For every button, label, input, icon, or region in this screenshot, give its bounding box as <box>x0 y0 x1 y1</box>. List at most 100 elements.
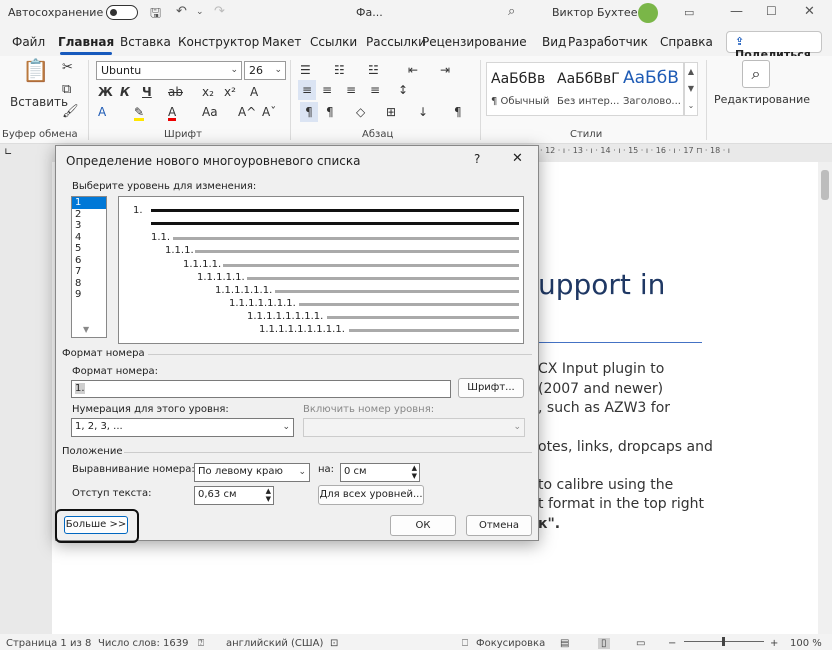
proofing-icon[interactable]: ⍰ <box>198 638 204 649</box>
read-mode-icon[interactable]: ▤ <box>560 638 569 649</box>
font-size-field[interactable]: 26 ⌄ <box>244 61 286 80</box>
vertical-ruler[interactable] <box>0 162 14 634</box>
numbering-icon[interactable]: ☷ <box>334 60 345 80</box>
alignment-select[interactable]: По левому краю ⌄ <box>194 463 310 482</box>
paragraph-mark-icon[interactable]: ¶ <box>454 102 462 122</box>
search-icon[interactable]: ⌕ <box>508 4 515 19</box>
cancel-button[interactable]: Отмена <box>466 515 532 536</box>
include-level-select[interactable]: ⌄ <box>303 418 525 437</box>
zoom-out-icon[interactable]: − <box>668 638 676 649</box>
paste-icon[interactable]: 📋 <box>22 61 49 83</box>
format-painter-icon[interactable]: 🖌 <box>62 102 79 122</box>
font-button[interactable]: Шрифт... <box>458 378 524 398</box>
share-button[interactable]: ⇪ Поделиться <box>726 31 822 61</box>
decrease-indent-icon[interactable]: ⇤ <box>408 60 418 80</box>
font-name-field[interactable]: Ubuntu ⌄ <box>96 61 242 80</box>
subscript-icon[interactable]: x₂ <box>202 82 214 102</box>
maximize-icon[interactable]: ☐ <box>766 4 777 18</box>
bullets-icon[interactable]: ☰ <box>300 60 311 80</box>
scroll-down-icon[interactable]: ▼ <box>83 325 89 334</box>
zoom-thumb[interactable] <box>722 637 725 646</box>
multilevel-list-icon[interactable]: ☳ <box>368 60 379 80</box>
tab-home[interactable]: Главная <box>58 35 114 55</box>
list-item[interactable]: 7 <box>72 266 106 278</box>
justify-icon[interactable]: ≡ <box>370 80 380 100</box>
ribbon-display-icon[interactable]: ▭ <box>684 6 694 19</box>
text-effects-glow-icon[interactable]: A <box>98 102 106 122</box>
paste-label[interactable]: Вставить <box>10 92 68 112</box>
vertical-scrollbar[interactable] <box>818 162 832 634</box>
sort-icon[interactable]: ↓ <box>418 102 428 122</box>
rtl-icon[interactable]: ¶ <box>326 102 334 122</box>
close-icon[interactable]: ✕ <box>512 151 523 166</box>
align-left-icon[interactable]: ≡ <box>298 80 316 100</box>
shrink-font-icon[interactable]: Aˇ <box>262 102 276 122</box>
cut-icon[interactable]: ✂ <box>62 58 73 78</box>
list-item[interactable]: 1 <box>72 197 106 209</box>
level-list[interactable]: 1 2 3 4 5 6 7 8 9 ▼ <box>71 196 107 338</box>
tab-developer[interactable]: Разработчик <box>568 35 648 49</box>
tab-references[interactable]: Ссылки <box>310 35 357 49</box>
redo-icon[interactable]: ↷ <box>214 4 225 19</box>
language[interactable]: английский (США) <box>226 638 323 649</box>
highlight-color-icon[interactable]: ✎ <box>134 102 145 121</box>
close-window-icon[interactable]: ✕ <box>804 4 815 19</box>
tab-file[interactable]: Файл <box>12 35 45 49</box>
increase-indent-icon[interactable]: ⇥ <box>440 60 450 80</box>
bold-button[interactable]: Ж <box>98 82 113 102</box>
list-item[interactable]: 2 <box>72 209 106 221</box>
focus-mode[interactable]: Фокусировка <box>476 638 545 649</box>
line-spacing-icon[interactable]: ↕ <box>398 80 408 100</box>
strikethrough-icon[interactable]: ab <box>168 82 183 102</box>
tab-design[interactable]: Конструктор <box>178 35 259 49</box>
text-effects-icon[interactable]: A <box>250 82 258 102</box>
avatar[interactable] <box>638 3 658 23</box>
document-name[interactable]: Фа... <box>356 6 383 19</box>
web-layout-icon[interactable]: ▭ <box>636 638 645 649</box>
list-item[interactable]: 5 <box>72 243 106 255</box>
numbering-style-select[interactable]: 1, 2, 3, ... ⌄ <box>71 418 294 437</box>
indent-spinner[interactable]: 0,63 см ▲ ▼ <box>194 486 274 505</box>
user-name[interactable]: Виктор Бухтеев <box>552 6 644 19</box>
tab-selector-icon[interactable]: ∟ <box>4 147 12 158</box>
italic-button[interactable]: К <box>120 82 130 102</box>
spinner-arrows-icon[interactable]: ▲ ▼ <box>266 487 271 503</box>
style-no-spacing[interactable]: АаБбВвГ Без интер... <box>553 63 620 115</box>
style-heading[interactable]: АаБбВ Заголово... <box>619 63 685 115</box>
change-case-icon[interactable]: Aa <box>202 102 218 122</box>
editing-button[interactable]: Редактирование <box>714 90 810 110</box>
tab-review[interactable]: Рецензирование <box>422 35 527 49</box>
spinner-arrows-icon[interactable]: ▲ ▼ <box>412 464 417 480</box>
show-marks-icon[interactable]: ¶ <box>300 102 318 122</box>
list-item[interactable]: 9 <box>72 289 106 301</box>
grow-font-icon[interactable]: A^ <box>238 102 256 122</box>
undo-icon[interactable]: ↶ <box>176 4 187 19</box>
ok-button[interactable]: ОК <box>390 515 456 536</box>
zoom-in-icon[interactable]: + <box>770 638 778 649</box>
tab-insert[interactable]: Вставка <box>120 35 171 49</box>
minimize-icon[interactable]: — <box>730 4 743 19</box>
accessibility-icon[interactable]: ⊡ <box>330 638 338 649</box>
help-button[interactable]: ? <box>474 152 480 166</box>
list-item[interactable]: 8 <box>72 278 106 290</box>
list-item[interactable]: 3 <box>72 220 106 232</box>
borders-icon[interactable]: ⊞ <box>386 102 396 122</box>
align-center-icon[interactable]: ≡ <box>322 80 332 100</box>
autosave-toggle[interactable] <box>106 5 138 20</box>
save-icon[interactable]: 🖫 <box>150 4 161 26</box>
word-count[interactable]: Число слов: 1639 <box>98 638 188 649</box>
undo-dropdown-icon[interactable]: ⌄ <box>196 7 204 17</box>
tab-layout[interactable]: Макет <box>262 35 301 49</box>
editing-icon[interactable]: ⌕ <box>742 60 770 88</box>
shading-icon[interactable]: ◇ <box>356 102 365 122</box>
font-color-icon[interactable]: A <box>168 102 177 121</box>
tab-help[interactable]: Справка <box>660 35 713 49</box>
list-item[interactable]: 4 <box>72 232 106 244</box>
superscript-icon[interactable]: x² <box>224 82 236 102</box>
at-spinner[interactable]: 0 см ▲ ▼ <box>340 463 420 482</box>
tab-view[interactable]: Вид <box>542 35 566 49</box>
number-format-input[interactable]: 1. <box>71 380 451 398</box>
tab-mailings[interactable]: Рассылки <box>366 35 426 49</box>
list-item[interactable]: 6 <box>72 255 106 267</box>
page-count[interactable]: Страница 1 из 8 <box>6 638 91 649</box>
